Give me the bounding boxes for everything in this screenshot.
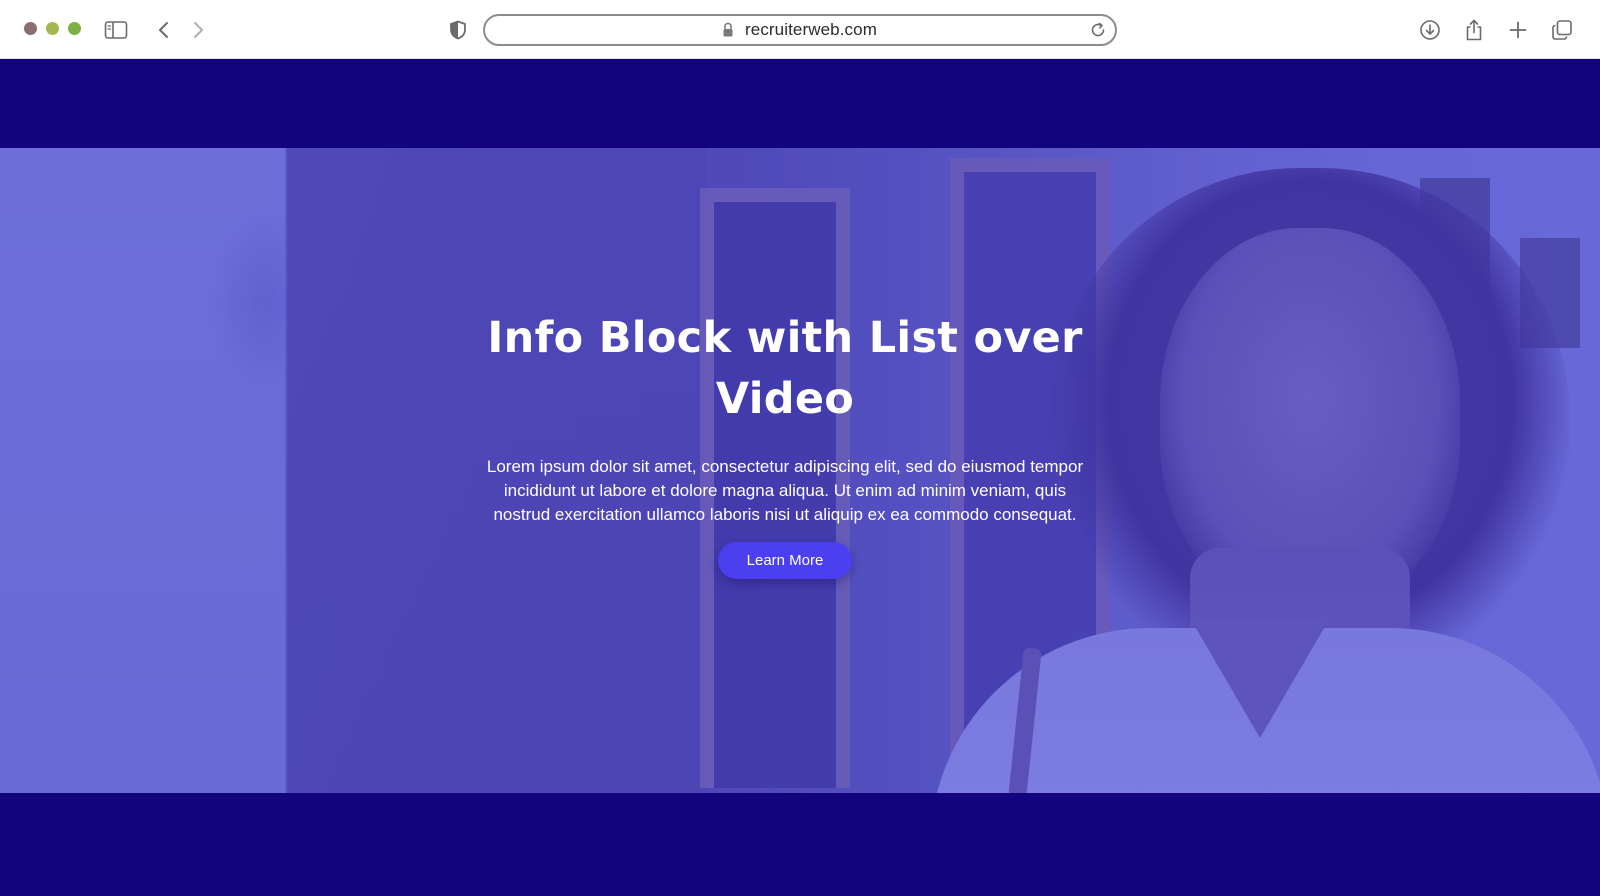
sidebar-icon[interactable] [101, 15, 131, 45]
share-icon[interactable] [1459, 15, 1489, 45]
learn-more-button[interactable]: Learn More [718, 542, 852, 579]
minimize-window-button[interactable] [46, 22, 59, 35]
hero-title: Info Block with List over Video [487, 313, 1083, 424]
browser-window: recruiterweb.com Info Block with List ov… [0, 0, 1600, 896]
close-window-button[interactable] [24, 22, 37, 35]
address-bar[interactable]: recruiterweb.com [483, 14, 1117, 46]
info-block: Info Block with List over Video Lorem ip… [460, 308, 1110, 579]
browser-toolbar: recruiterweb.com [0, 0, 1600, 59]
chevron-left-icon[interactable] [149, 15, 179, 45]
plus-icon[interactable] [1503, 15, 1533, 45]
maximize-window-button[interactable] [68, 22, 81, 35]
lock-icon [722, 22, 734, 43]
tabs-icon[interactable] [1547, 15, 1577, 45]
shield-icon[interactable] [443, 15, 473, 45]
hero-description: Lorem ipsum dolor sit amet, consectetur … [486, 457, 1084, 524]
reload-icon[interactable] [1089, 21, 1107, 44]
chevron-right-icon[interactable] [183, 15, 213, 45]
download-icon[interactable] [1415, 15, 1445, 45]
hero-video-section: Info Block with List over Video Lorem ip… [0, 148, 1600, 793]
web-page: Info Block with List over Video Lorem ip… [0, 59, 1600, 896]
url-text[interactable]: recruiterweb.com [745, 20, 877, 40]
